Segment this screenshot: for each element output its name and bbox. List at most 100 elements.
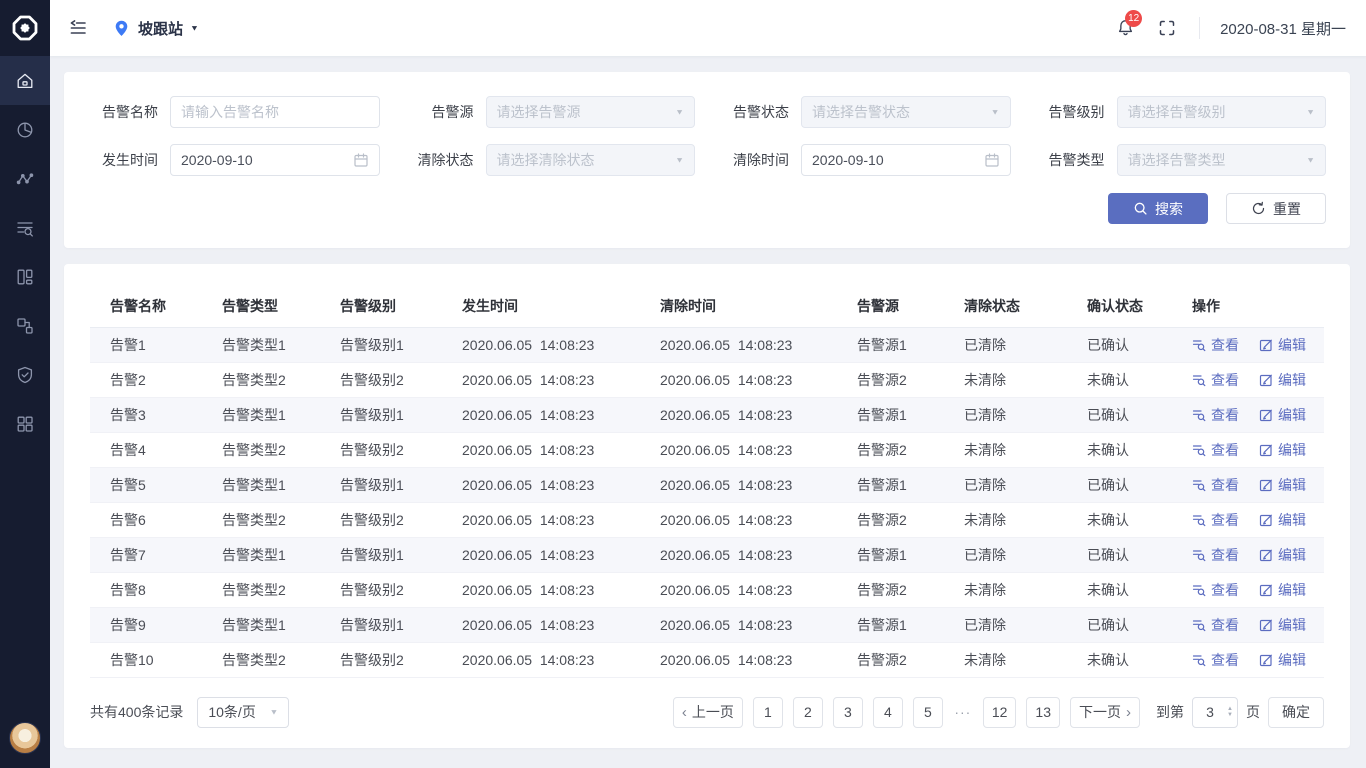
cell-alarm-level: 告警级别1	[320, 537, 442, 572]
jump-page-input[interactable]: 3 ▲▼	[1192, 697, 1238, 728]
view-link[interactable]: 查看	[1192, 615, 1239, 635]
cell-alarm-name: 告警10	[90, 642, 202, 677]
edit-link[interactable]: 编辑	[1259, 475, 1306, 495]
sidebar-item-home[interactable]	[0, 56, 50, 105]
cell-clear-status: 已清除	[944, 327, 1067, 362]
sidebar-item-logs[interactable]	[0, 203, 50, 252]
number-stepper[interactable]: ▲▼	[1227, 706, 1233, 718]
station-name: 坡跟站	[138, 18, 183, 39]
edit-link[interactable]: 编辑	[1259, 580, 1306, 600]
sidebar-item-apps[interactable]	[0, 399, 50, 448]
edit-icon	[1259, 408, 1273, 422]
view-link[interactable]: 查看	[1192, 405, 1239, 425]
page-number-button[interactable]: 5	[913, 697, 943, 728]
cell-alarm-type: 告警类型1	[202, 327, 320, 362]
edit-link[interactable]: 编辑	[1259, 650, 1306, 670]
page-number-button[interactable]: 12	[983, 697, 1017, 728]
page-number-list: 12345···1213	[753, 697, 1060, 728]
alarm-type-select[interactable]: 请选择告警类型 ▼	[1117, 144, 1327, 176]
cell-clear-time: 2020.06.05 14:08:23	[640, 397, 837, 432]
alarm-level-select[interactable]: 请选择告警级别 ▼	[1117, 96, 1327, 128]
cell-clear-time: 2020.06.05 14:08:23	[640, 537, 837, 572]
view-link[interactable]: 查看	[1192, 650, 1239, 670]
step-down-icon[interactable]: ▼	[1227, 712, 1233, 718]
cell-alarm-level: 告警级别2	[320, 502, 442, 537]
filter-alarm-status: 告警状态 请选择告警状态 ▼	[719, 96, 1011, 128]
edit-link[interactable]: 编辑	[1259, 335, 1306, 355]
sidebar-item-analytics[interactable]	[0, 105, 50, 154]
cell-alarm-level: 告警级别2	[320, 362, 442, 397]
view-link[interactable]: 查看	[1192, 440, 1239, 460]
page-number-button[interactable]: 3	[833, 697, 863, 728]
location-pin-icon	[112, 19, 131, 38]
cell-alarm-name: 告警3	[90, 397, 202, 432]
station-selector[interactable]: 坡跟站 ▼	[112, 18, 199, 39]
alarm-status-select[interactable]: 请选择告警状态 ▼	[801, 96, 1011, 128]
page-jump: 到第 3 ▲▼ 页 确定	[1156, 697, 1324, 728]
cell-clear-time: 2020.06.05 14:08:23	[640, 642, 837, 677]
cell-alarm-source: 告警源1	[837, 327, 944, 362]
alarm-table-panel: 告警名称告警类型告警级别发生时间清除时间告警源清除状态确认状态操作 告警1告警类…	[64, 264, 1350, 748]
page-size-select[interactable]: 10条/页 ▼	[197, 697, 289, 728]
table-row: 告警9告警类型1告警级别12020.06.05 14:08:232020.06.…	[90, 607, 1324, 642]
view-link[interactable]: 查看	[1192, 475, 1239, 495]
prev-page-button[interactable]: ‹上一页	[673, 697, 743, 728]
page-number-button[interactable]: 2	[793, 697, 823, 728]
refresh-icon	[1251, 201, 1266, 216]
page-number-button[interactable]: 1	[753, 697, 783, 728]
column-header: 发生时间	[442, 286, 640, 327]
filter-panel: 告警名称 告警源 请选择告警源 ▼ 告警状态 请选择告警状态 ▼ 告警级别	[64, 72, 1350, 248]
cell-actions: 查看编辑	[1172, 362, 1324, 397]
cell-confirm-status: 未确认	[1067, 642, 1172, 677]
search-button[interactable]: 搜索	[1108, 193, 1208, 224]
total-records: 共有400条记录	[90, 702, 183, 722]
sidebar	[0, 0, 50, 768]
view-link[interactable]: 查看	[1192, 510, 1239, 530]
fullscreen-icon	[1157, 18, 1177, 38]
edit-link[interactable]: 编辑	[1259, 545, 1306, 565]
view-link[interactable]: 查看	[1192, 335, 1239, 355]
alarm-name-label: 告警名称	[88, 102, 158, 122]
edit-link[interactable]: 编辑	[1259, 440, 1306, 460]
alarm-name-input[interactable]	[170, 96, 380, 128]
edit-link[interactable]: 编辑	[1259, 405, 1306, 425]
clear-status-select[interactable]: 请选择清除状态 ▼	[486, 144, 696, 176]
edit-link[interactable]: 编辑	[1259, 370, 1306, 390]
cell-alarm-name: 告警6	[90, 502, 202, 537]
table-row: 告警5告警类型1告警级别12020.06.05 14:08:232020.06.…	[90, 467, 1324, 502]
cell-alarm-level: 告警级别1	[320, 607, 442, 642]
edit-icon	[1259, 513, 1273, 527]
view-link[interactable]: 查看	[1192, 545, 1239, 565]
notifications-button[interactable]: 12	[1116, 18, 1135, 38]
cell-occur-time: 2020.06.05 14:08:23	[442, 607, 640, 642]
sidebar-item-security[interactable]	[0, 350, 50, 399]
page-number-button[interactable]: 4	[873, 697, 903, 728]
view-link[interactable]: 查看	[1192, 370, 1239, 390]
sidebar-item-monitoring[interactable]	[0, 154, 50, 203]
edit-link[interactable]: 编辑	[1259, 510, 1306, 530]
occur-time-date-input[interactable]: 2020-09-10	[170, 144, 380, 176]
next-page-button[interactable]: 下一页›	[1070, 697, 1140, 728]
cell-alarm-name: 告警7	[90, 537, 202, 572]
fullscreen-button[interactable]	[1157, 18, 1177, 38]
user-avatar[interactable]	[9, 722, 41, 754]
confirm-jump-button[interactable]: 确定	[1268, 697, 1324, 728]
reset-button[interactable]: 重置	[1226, 193, 1326, 224]
column-header: 确认状态	[1067, 286, 1172, 327]
alarm-source-select[interactable]: 请选择告警源 ▼	[486, 96, 696, 128]
page-number-button[interactable]: 13	[1026, 697, 1060, 728]
view-link[interactable]: 查看	[1192, 580, 1239, 600]
edit-link[interactable]: 编辑	[1259, 615, 1306, 635]
sidebar-item-topology[interactable]	[0, 301, 50, 350]
cell-actions: 查看编辑	[1172, 537, 1324, 572]
cell-confirm-status: 已确认	[1067, 327, 1172, 362]
cell-clear-time: 2020.06.05 14:08:23	[640, 432, 837, 467]
filter-alarm-type: 告警类型 请选择告警类型 ▼	[1035, 144, 1327, 176]
sidebar-nav	[0, 56, 50, 448]
calendar-icon	[353, 152, 369, 168]
clear-time-date-input[interactable]: 2020-09-10	[801, 144, 1011, 176]
cell-clear-time: 2020.06.05 14:08:23	[640, 362, 837, 397]
sidebar-item-layout[interactable]	[0, 252, 50, 301]
collapse-menu-button[interactable]	[68, 18, 88, 38]
app-logo[interactable]	[0, 0, 50, 56]
